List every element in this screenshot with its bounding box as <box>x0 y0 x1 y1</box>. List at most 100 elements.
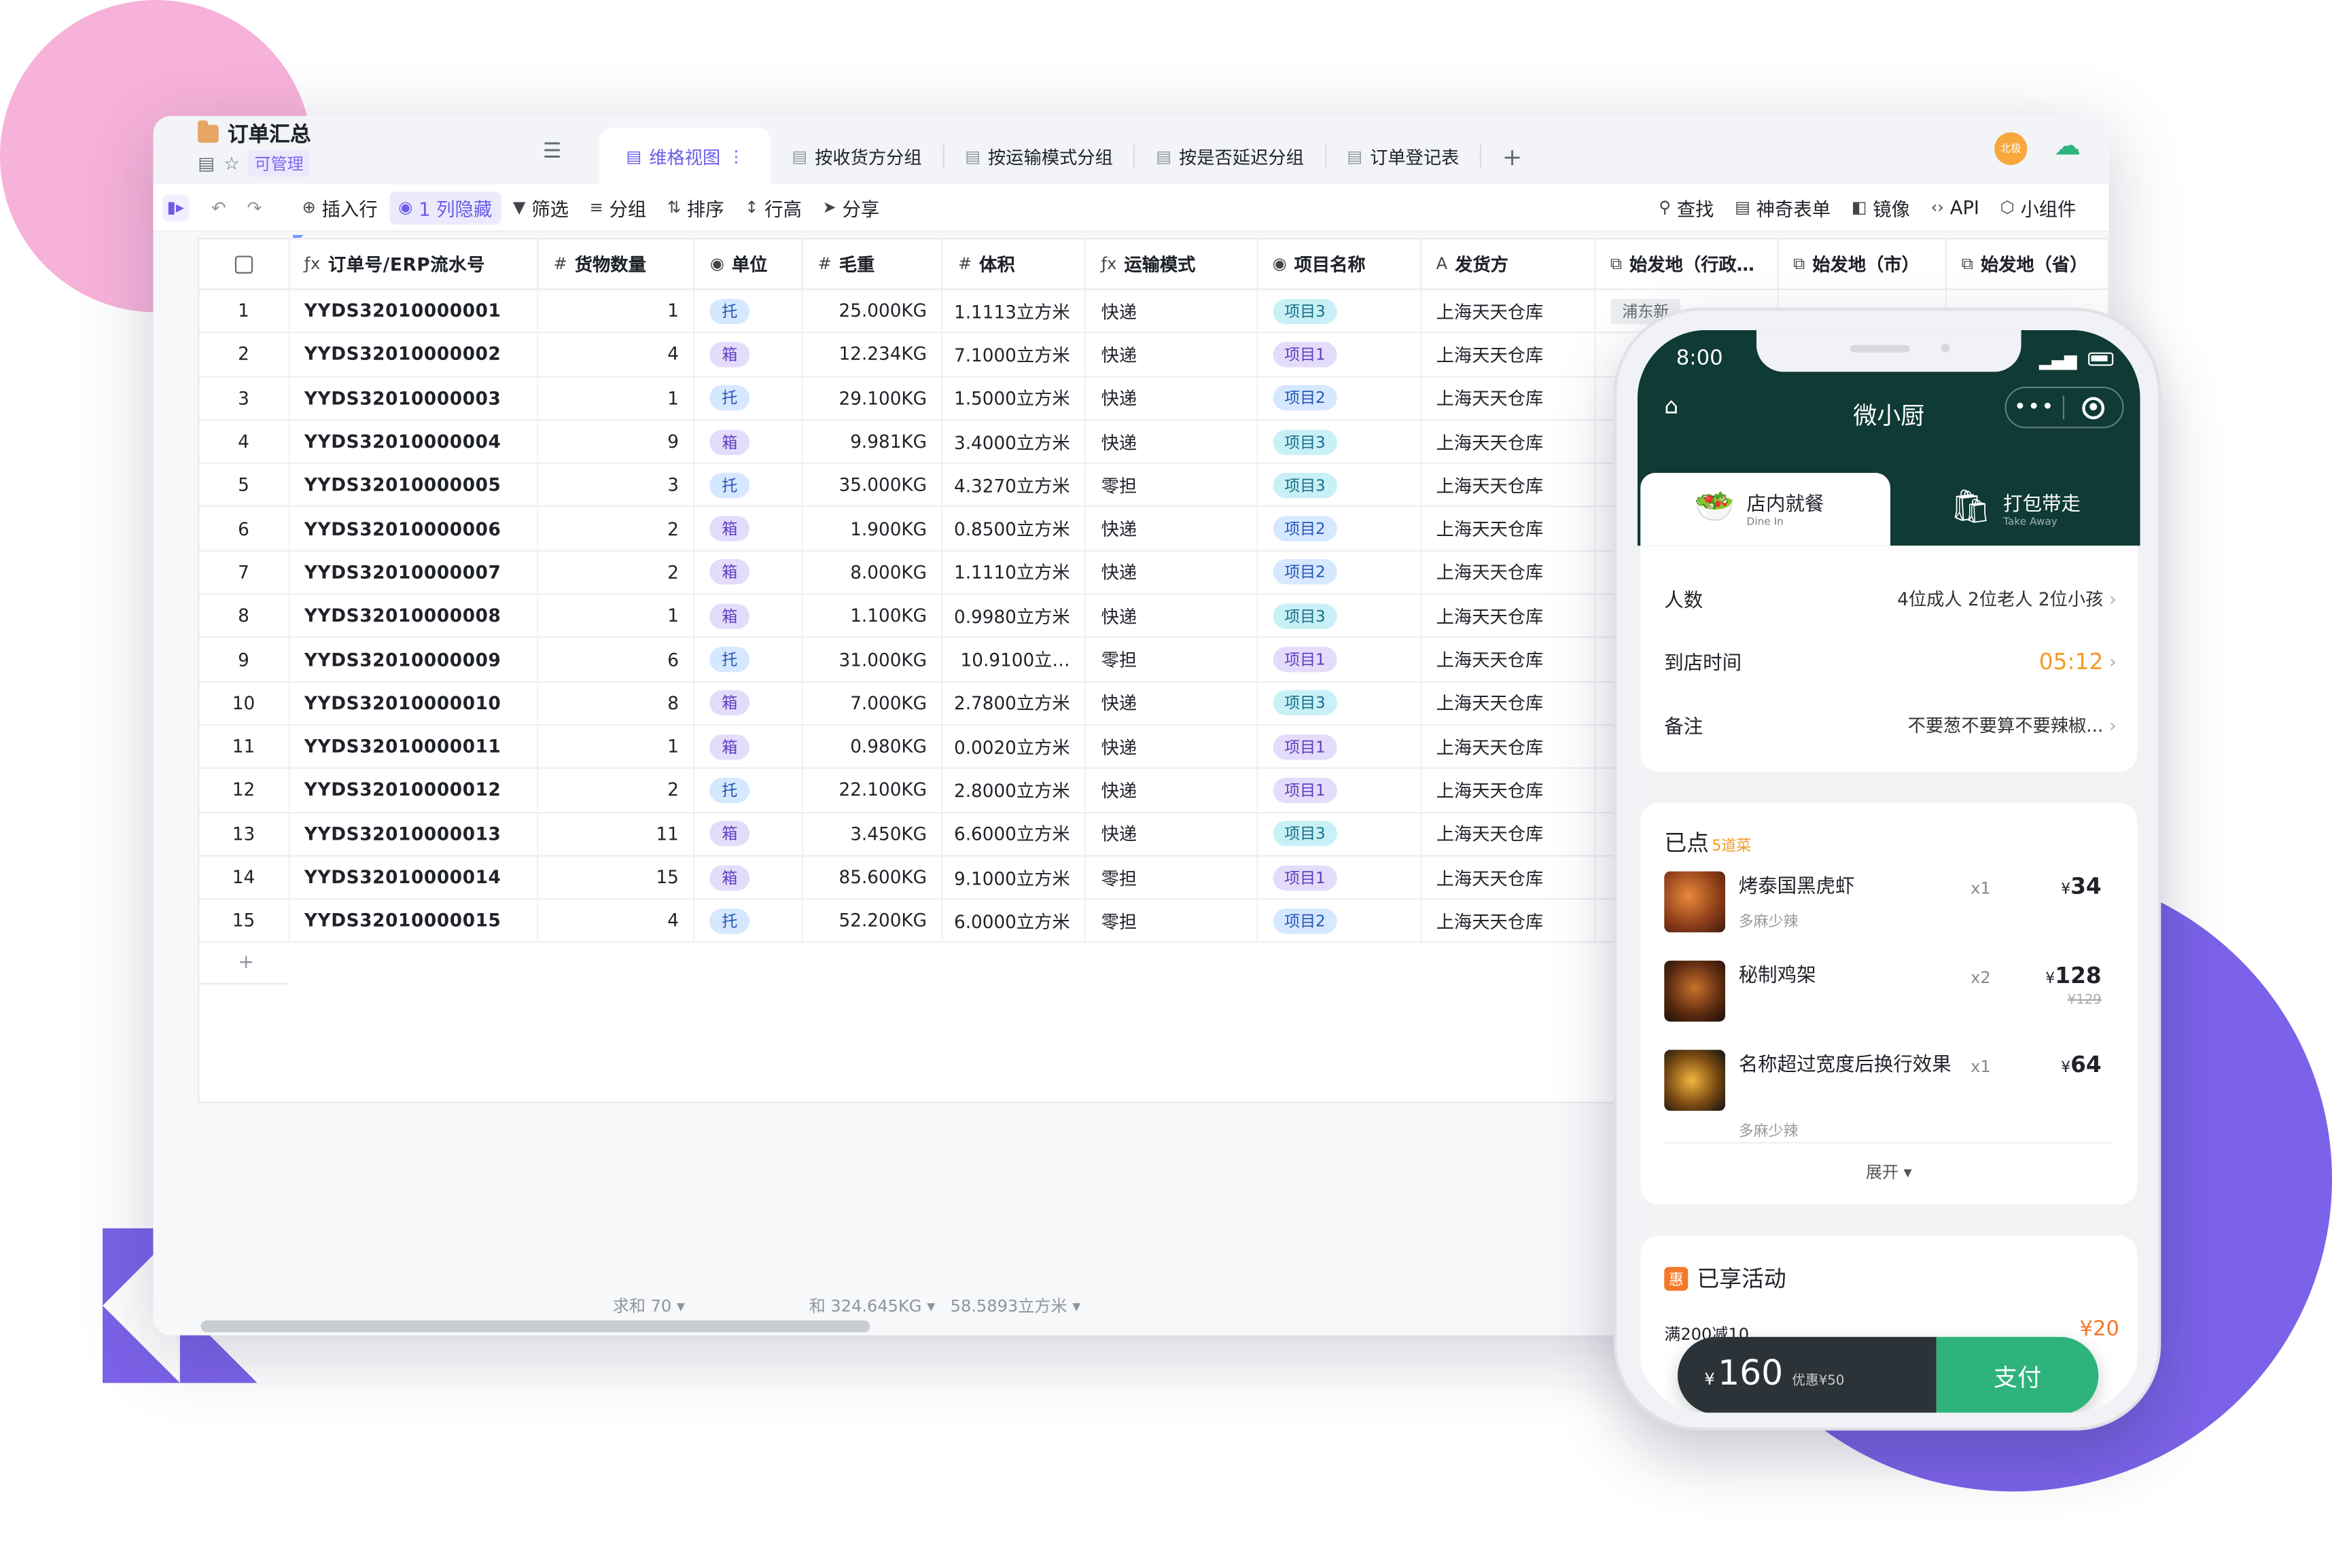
document-title[interactable]: 订单汇总 <box>228 119 311 149</box>
row-index[interactable]: 3 <box>199 377 289 420</box>
unit-cell[interactable]: 托 <box>695 464 803 507</box>
column-header[interactable]: ƒx 运输模式 <box>1086 239 1258 289</box>
order-number-cell[interactable]: YYDS32010000012 <box>289 769 539 812</box>
volume-cell[interactable]: 0.9980立方米 <box>943 594 1086 637</box>
quantity-cell[interactable]: 1 <box>539 594 695 637</box>
insert-row-button[interactable]: ⊕ 插入行 <box>293 191 386 224</box>
order-number-cell[interactable]: YYDS32010000013 <box>289 813 539 855</box>
project-cell[interactable]: 项目3 <box>1258 421 1421 463</box>
column-header[interactable]: ⧉ 始发地（市） <box>1778 239 1947 289</box>
volume-cell[interactable]: 6.6000立方米 <box>943 813 1086 855</box>
list-item[interactable]: 名称超过宽度后换行效果 多麻少辣 x1 ¥64 <box>1664 1050 2110 1141</box>
more-icon[interactable]: ••• <box>2007 395 2065 420</box>
shipper-cell[interactable]: 上海天天仓库 <box>1421 769 1596 812</box>
permission-badge[interactable]: 可管理 <box>248 150 310 177</box>
volume-cell[interactable]: 1.5000立方米 <box>943 377 1086 420</box>
shipper-cell[interactable]: 上海天天仓库 <box>1421 899 1596 942</box>
quantity-cell[interactable]: 1 <box>539 377 695 420</box>
project-cell[interactable]: 项目2 <box>1258 377 1421 420</box>
row-index[interactable]: 7 <box>199 551 289 594</box>
weight-cell[interactable]: 25.000KG <box>803 289 944 332</box>
column-header[interactable]: # 毛重 <box>803 239 944 289</box>
project-cell[interactable]: 项目1 <box>1258 333 1421 376</box>
project-cell[interactable]: 项目2 <box>1258 899 1421 942</box>
list-item[interactable]: 秘制鸡架 x2 ¥128 ¥129 <box>1664 960 2110 1035</box>
project-cell[interactable]: 项目1 <box>1258 856 1421 899</box>
description-icon[interactable]: ▤ <box>198 153 215 174</box>
quantity-cell[interactable]: 4 <box>539 333 695 376</box>
row-index[interactable]: 12 <box>199 769 289 812</box>
weight-cell[interactable]: 0.980KG <box>803 726 944 768</box>
volume-cell[interactable]: 1.1113立方米 <box>943 289 1086 332</box>
project-cell[interactable]: 项目1 <box>1258 726 1421 768</box>
order-number-cell[interactable]: YYDS32010000007 <box>289 551 539 594</box>
arrival-time-row[interactable]: 到店时间 05:12 › <box>1664 647 2116 675</box>
volume-cell[interactable]: 0.0020立方米 <box>943 726 1086 768</box>
order-number-cell[interactable]: YYDS32010000006 <box>289 507 539 550</box>
volume-cell[interactable]: 2.8000立方米 <box>943 769 1086 812</box>
transport-mode-cell[interactable]: 快递 <box>1086 681 1258 724</box>
weight-cell[interactable]: 52.200KG <box>803 899 944 942</box>
order-number-cell[interactable]: YYDS32010000011 <box>289 726 539 768</box>
shipper-cell[interactable]: 上海天天仓库 <box>1421 421 1596 463</box>
tab-group-by-receiver[interactable]: ▤ 按收货方分组 <box>771 128 943 184</box>
transport-mode-cell[interactable]: 快递 <box>1086 377 1258 420</box>
list-item[interactable]: 烤泰国黑虎虾 多麻少辣 x1 ¥34 <box>1664 871 2110 946</box>
unit-cell[interactable]: 箱 <box>695 421 803 463</box>
row-index[interactable]: 6 <box>199 507 289 550</box>
shipper-cell[interactable]: 上海天天仓库 <box>1421 594 1596 637</box>
weight-cell[interactable]: 22.100KG <box>803 769 944 812</box>
row-index[interactable]: 15 <box>199 899 289 942</box>
unit-cell[interactable]: 箱 <box>695 594 803 637</box>
volume-cell[interactable]: 4.3270立方米 <box>943 464 1086 507</box>
quantity-cell[interactable]: 1 <box>539 289 695 332</box>
shipper-cell[interactable]: 上海天天仓库 <box>1421 289 1596 332</box>
tab-dine-in-label[interactable]: 🥗 店内就餐 Dine In <box>1694 488 1824 528</box>
find-button[interactable]: ⚲ 查找 <box>1650 191 1722 224</box>
project-cell[interactable]: 项目3 <box>1258 594 1421 637</box>
tab-take-away[interactable]: 🛍 打包带走 Take Away <box>1950 488 2081 528</box>
close-target-icon[interactable] <box>2064 396 2122 419</box>
add-row-button[interactable]: + <box>199 944 289 985</box>
order-number-cell[interactable]: YYDS32010000002 <box>289 333 539 376</box>
row-index[interactable]: 14 <box>199 856 289 899</box>
shipper-cell[interactable]: 上海天天仓库 <box>1421 377 1596 420</box>
transport-mode-cell[interactable]: 快递 <box>1086 507 1258 550</box>
project-cell[interactable]: 项目1 <box>1258 638 1421 681</box>
weight-cell[interactable]: 35.000KG <box>803 464 944 507</box>
row-index[interactable]: 9 <box>199 638 289 681</box>
add-view-button[interactable]: + <box>1481 128 1543 184</box>
transport-mode-cell[interactable]: 快递 <box>1086 333 1258 376</box>
project-cell[interactable]: 项目1 <box>1258 769 1421 812</box>
shipper-cell[interactable]: 上海天天仓库 <box>1421 856 1596 899</box>
volume-sum[interactable]: 58.5893立方米 ▾ <box>951 1294 1081 1317</box>
volume-cell[interactable]: 3.4000立方米 <box>943 421 1086 463</box>
volume-cell[interactable]: 1.1110立方米 <box>943 551 1086 594</box>
weight-cell[interactable]: 9.981KG <box>803 421 944 463</box>
row-index[interactable]: 5 <box>199 464 289 507</box>
widget-button[interactable]: ⬡ 小组件 <box>1992 191 2085 224</box>
quantity-sum[interactable]: 求和 70 ▾ <box>613 1294 685 1317</box>
volume-cell[interactable]: 2.7800立方米 <box>943 681 1086 724</box>
hidden-columns-button[interactable]: ◉ 1 列隐藏 <box>389 191 501 224</box>
order-number-cell[interactable]: YYDS32010000008 <box>289 594 539 637</box>
column-header[interactable]: ⧉ 始发地（行政… <box>1595 239 1779 289</box>
volume-cell[interactable]: 10.9100立… <box>943 638 1086 681</box>
unit-cell[interactable]: 箱 <box>695 726 803 768</box>
shipper-cell[interactable]: 上海天天仓库 <box>1421 726 1596 768</box>
order-number-cell[interactable]: YYDS32010000004 <box>289 421 539 463</box>
quantity-cell[interactable]: 9 <box>539 421 695 463</box>
unit-cell[interactable]: 箱 <box>695 681 803 724</box>
quantity-cell[interactable]: 1 <box>539 726 695 768</box>
mirror-button[interactable]: ◧ 镜像 <box>1843 191 1920 224</box>
sidebar-toggle-icon[interactable]: ☰ <box>543 140 561 164</box>
quantity-cell[interactable]: 2 <box>539 551 695 594</box>
row-index[interactable]: 2 <box>199 333 289 376</box>
transport-mode-cell[interactable]: 快递 <box>1086 421 1258 463</box>
row-index[interactable]: 4 <box>199 421 289 463</box>
unit-cell[interactable]: 箱 <box>695 551 803 594</box>
undo-icon[interactable]: ↶ <box>200 197 236 218</box>
column-header[interactable]: A 发货方 <box>1421 239 1596 289</box>
transport-mode-cell[interactable]: 快递 <box>1086 551 1258 594</box>
order-number-cell[interactable]: YYDS32010000003 <box>289 377 539 420</box>
